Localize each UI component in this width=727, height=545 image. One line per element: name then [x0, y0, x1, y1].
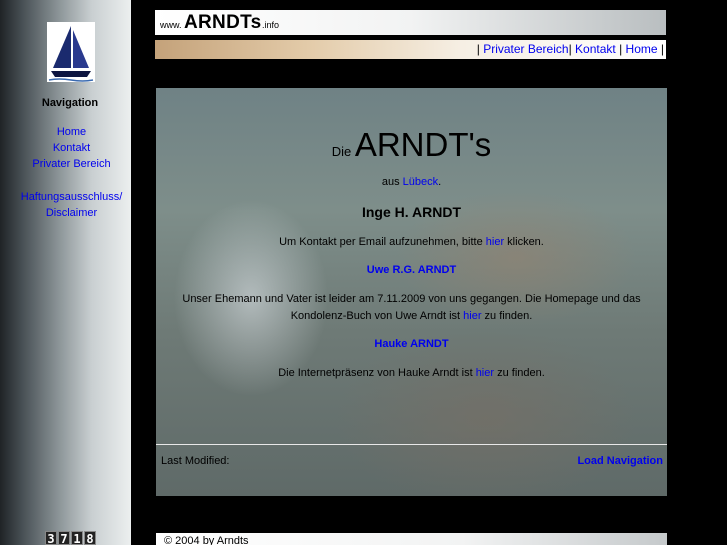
top-navigation: | Privater Bereich| Kontakt | Home | [155, 40, 666, 59]
title-prefix: Die [331, 144, 355, 159]
counter-digit: 3 [45, 531, 57, 545]
last-modified-label: Last Modified: [161, 455, 230, 467]
contact-text-after: klicken. [504, 236, 544, 248]
sidebar-link-haftungsausschluss[interactable]: Haftungsausschluss/ [0, 191, 143, 203]
contact-line: Um Kontakt per Email aufzunehmen, bitte … [156, 236, 667, 248]
page-title: Die ARNDT's [156, 126, 667, 164]
site-brand: ARNDTs [184, 12, 262, 33]
hauke-text: Die Internetpräsenz von Hauke Arndt ist … [156, 367, 667, 379]
visitor-counter: 3 7 1 8 [45, 531, 96, 545]
uwe-text-line2: Kondolenz-Buch von Uwe Arndt ist hier zu… [156, 310, 667, 322]
person-hauke-heading: Hauke ARNDT [156, 338, 667, 350]
main-content: Die ARNDT's aus Lübeck. Inge H. ARNDT Um… [156, 88, 667, 496]
sidebar-link-privater-bereich[interactable]: Privater Bereich [0, 158, 143, 170]
counter-digit: 8 [84, 531, 96, 545]
person-inge-heading: Inge H. ARNDT [361, 204, 462, 220]
sidebar-link-disclaimer[interactable]: Disclaimer [0, 207, 143, 219]
sailboat-logo-icon[interactable] [47, 22, 95, 82]
hauke-text-after: zu finden. [494, 367, 545, 379]
nav-separator: | [615, 42, 626, 56]
header-www: www. [160, 20, 182, 30]
hauke-here-link[interactable]: hier [476, 367, 494, 379]
counter-digit: 7 [58, 531, 70, 545]
title-main: ARNDT's [354, 126, 492, 163]
uwe-text-after: zu finden. [481, 310, 533, 322]
origin-line: aus Lübeck. [156, 176, 667, 188]
topnav-link-kontakt[interactable]: Kontakt [575, 42, 616, 56]
uwe-text-line1: Unser Ehemann und Vater ist leider am 7.… [182, 293, 641, 305]
counter-digit: 1 [71, 531, 83, 545]
uwe-link[interactable]: Uwe R.G. ARNDT [367, 264, 456, 276]
copyright-text: © 2004 by Arndts [164, 535, 249, 545]
luebeck-link[interactable]: Lübeck [403, 176, 438, 188]
topnav-link-privater-bereich[interactable]: Privater Bereich [483, 42, 568, 56]
footer: © 2004 by Arndts [156, 533, 667, 545]
contact-here-link[interactable]: hier [486, 236, 504, 248]
navigation-title: Navigation [41, 97, 99, 109]
contact-text-before: Um Kontakt per Email aufzunehmen, bitte [279, 236, 486, 248]
uwe-text-before: Kondolenz-Buch von Uwe Arndt ist [290, 310, 464, 322]
sidebar: Navigation Home Kontakt Privater Bereich… [0, 0, 131, 545]
hauke-link[interactable]: Hauke ARNDT [374, 338, 448, 350]
uwe-here-link[interactable]: hier [463, 310, 481, 322]
divider [156, 444, 667, 445]
hauke-text-before: Die Internetpräsenz von Hauke Arndt ist [278, 367, 476, 379]
sidebar-link-home[interactable]: Home [0, 126, 143, 138]
topnav-link-home[interactable]: Home [626, 42, 658, 56]
nav-separator: | [657, 42, 664, 56]
person-uwe-heading: Uwe R.G. ARNDT [156, 264, 667, 276]
origin-prefix: aus [381, 176, 403, 188]
origin-suffix: . [438, 176, 442, 188]
site-header: www. ARNDTs .info [155, 10, 666, 35]
load-navigation-link[interactable]: Load Navigation [577, 455, 663, 467]
sidebar-link-kontakt[interactable]: Kontakt [0, 142, 143, 154]
header-tld: .info [262, 20, 280, 30]
